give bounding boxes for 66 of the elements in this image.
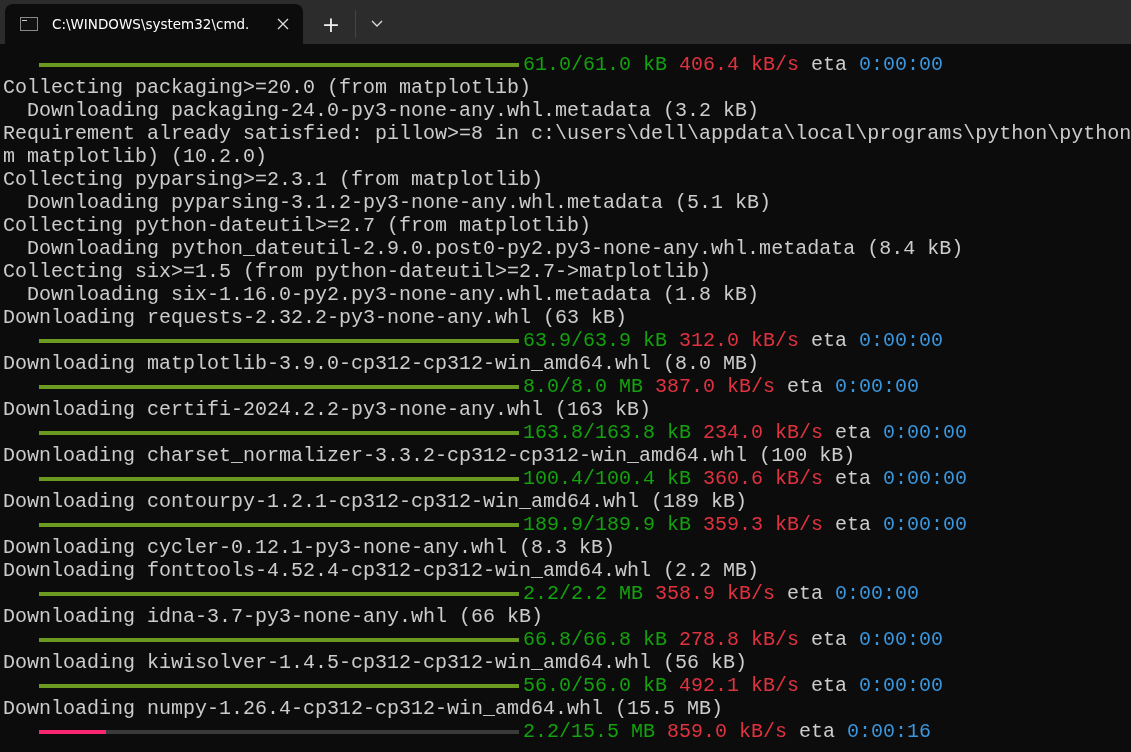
terminal-line: Downloading certifi-2024.2.2-py3-none-any.whl (163 kB) [3,398,653,421]
eta-label: eta [835,513,872,536]
eta-label: eta [787,375,824,398]
eta-time: 0:00:00 [859,329,944,352]
terminal-line: Downloading charset_normalizer-3.3.2-cp312-cp312-win_amd64.whl (100 kB) [3,444,857,467]
eta-label: eta [811,674,848,697]
download-amount: 61.0/61.0 kB [523,53,668,76]
eta-time: 0:00:00 [859,53,944,76]
eta-time: 0:00:16 [847,720,932,743]
download-speed: 360.6 kB/s [703,467,824,490]
terminal-line: Downloading pyparsing-3.1.2-py3-none-any.whl.metadata (5.1 kB) [26,191,773,214]
download-speed: 387.0 kB/s [655,375,776,398]
terminal-line: Collecting six>=1.5 (from python-dateutil>=2.7->matplotlib) [3,260,713,283]
download-speed: 278.8 kB/s [679,628,800,651]
terminal-line: Collecting python-dateutil>=2.7 (from matplotlib) [3,214,593,237]
download-amount: 2.2/2.2 MB [523,582,644,605]
terminal-tab[interactable]: C:\WINDOWS\system32\cmd. [5,4,303,44]
download-amount: 56.0/56.0 kB [523,674,668,697]
download-amount: 100.4/100.4 kB [523,467,692,490]
close-icon[interactable] [277,18,289,30]
eta-time: 0:00:00 [859,628,944,651]
terminal-icon [20,17,38,31]
download-amount: 189.9/189.9 kB [523,513,692,536]
terminal-line: Downloading numpy-1.26.4-cp312-cp312-win_amd64.whl (15.5 MB) [3,697,725,720]
eta-label: eta [811,53,848,76]
terminal-line: Downloading packaging-24.0-py3-none-any.whl.metadata (3.2 kB) [26,99,761,122]
terminal-line: Downloading matplotlib-3.9.0-cp312-cp312-win_amd64.whl (8.0 MB) [3,352,761,375]
terminal-line: Downloading six-1.16.0-py2.py3-none-any.whl.metadata (1.8 kB) [26,283,761,306]
terminal-line: Downloading kiwisolver-1.4.5-cp312-cp312-win_amd64.whl (56 kB) [3,651,749,674]
eta-label: eta [811,329,848,352]
download-speed: 234.0 kB/s [703,421,824,444]
chevron-down-icon[interactable] [371,20,383,28]
terminal-line: Requirement already satisfied: pillow>=8 in c:\users\dell\appdata\local\programs\python\python [3,122,1131,145]
terminal-line: Downloading fonttools-4.52.4-cp312-cp312-win_amd64.whl (2.2 MB) [3,559,761,582]
eta-label: eta [835,467,872,490]
eta-label: eta [835,421,872,444]
terminal-line: Downloading python_dateutil-2.9.0.post0-py2.py3-none-any.whl.metadata (8.4 kB) [26,237,965,260]
download-speed: 359.3 kB/s [703,513,824,536]
new-tab-button[interactable]: + [307,4,355,44]
eta-time: 0:00:00 [835,375,920,398]
download-speed: 312.0 kB/s [679,329,800,352]
eta-time: 0:00:00 [835,582,920,605]
download-speed: 492.1 kB/s [679,674,800,697]
download-amount: 163.8/163.8 kB [523,421,692,444]
eta-label: eta [799,720,836,743]
eta-label: eta [811,628,848,651]
download-amount: 2.2/15.5 MB [523,720,656,743]
download-amount: 8.0/8.0 MB [523,375,644,398]
terminal-line: Downloading cycler-0.12.1-py3-none-any.whl (8.3 kB) [3,536,617,559]
eta-time: 0:00:00 [883,421,968,444]
terminal-line: Downloading requests-2.32.2-py3-none-any.whl (63 kB) [3,306,629,329]
terminal-line: Downloading idna-3.7-py3-none-any.whl (66 kB) [3,605,545,628]
terminal-line: Collecting pyparsing>=2.3.1 (from matplotlib) [3,168,545,191]
terminal-line: Collecting packaging>=20.0 (from matplotlib) [3,76,533,99]
download-amount: 66.8/66.8 kB [523,628,668,651]
eta-time: 0:00:00 [883,467,968,490]
tab-title: C:\WINDOWS\system32\cmd. [52,16,251,32]
download-speed: 358.9 kB/s [655,582,776,605]
terminal-line: m matplotlib) (10.2.0) [3,145,269,168]
eta-label: eta [787,582,824,605]
download-speed: 406.4 kB/s [679,53,800,76]
eta-time: 0:00:00 [859,674,944,697]
download-speed: 859.0 kB/s [667,720,788,743]
terminal-line: Downloading contourpy-1.2.1-cp312-cp312-win_amd64.whl (189 kB) [3,490,749,513]
eta-time: 0:00:00 [883,513,968,536]
download-amount: 63.9/63.9 kB [523,329,668,352]
